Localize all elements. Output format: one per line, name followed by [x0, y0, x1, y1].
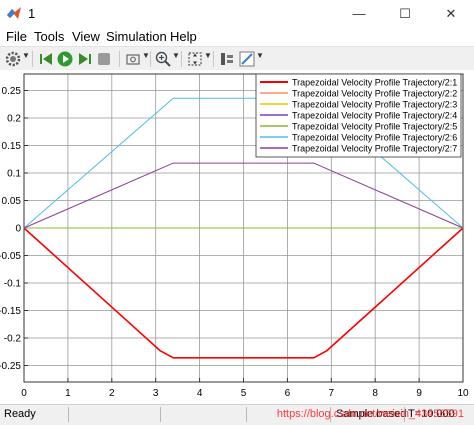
step-back-icon[interactable] [37, 50, 55, 68]
snapshot-icon[interactable] [124, 50, 142, 68]
x-tick-label: 7 [329, 388, 335, 399]
matlab-app-icon [7, 7, 21, 19]
x-tick-label: 2 [109, 388, 115, 399]
legend-label: Trapezoidal Velocity Profile Trajectory/… [292, 89, 457, 99]
x-tick-label: 6 [285, 388, 291, 399]
y-tick-label: 0.25 [2, 86, 22, 97]
x-tick-label: 3 [153, 388, 159, 399]
y-tick-label: 0.15 [2, 141, 22, 152]
style-dropdown-icon[interactable]: ▼ [256, 51, 264, 60]
menu-tools[interactable]: Tools [34, 29, 64, 44]
toolbar-separator [32, 51, 33, 67]
snapshot-dropdown-icon[interactable]: ▼ [142, 51, 150, 60]
x-tick-label: 8 [372, 388, 378, 399]
style-icon[interactable] [238, 50, 256, 68]
fit-dropdown-icon[interactable]: ▼ [204, 51, 212, 60]
status-ready: Ready [4, 408, 36, 420]
maximize-button[interactable]: ☐ [382, 0, 428, 28]
y-tick-label: -0.15 [0, 306, 21, 317]
toolbar: ▼ ▼ ▼ ▼ ▼ [0, 46, 474, 72]
plot-area: 0 1 2 3 4 5 6 7 8 9 10 -0.25 -0.2 -0.15 -0.1 -0.05 0 0.05… [0, 70, 474, 404]
title-bar: 1 — ☐ ✕ [0, 0, 474, 28]
legend-label: Trapezoidal Velocity Profile Trajectory/… [292, 100, 457, 110]
y-tick-label: 0.1 [7, 169, 21, 180]
y-tick-label: -0.05 [0, 251, 21, 262]
y-tick-label: 0.2 [7, 114, 21, 125]
status-bar: Ready Sample based T=10.000 https://blog… [0, 404, 474, 425]
y-tick-label: -0.2 [4, 334, 22, 345]
window-title: 1 [28, 6, 36, 21]
y-tick-label: 0 [15, 224, 21, 235]
legend-label: Trapezoidal Velocity Profile Trajectory/… [292, 133, 457, 143]
zoom-dropdown-icon[interactable]: ▼ [172, 51, 180, 60]
toolbar-separator [213, 51, 214, 67]
close-button[interactable]: ✕ [428, 0, 474, 28]
menu-file[interactable]: File [6, 29, 27, 44]
y-tick-label: 0.05 [2, 196, 22, 207]
y-tick-label: -0.25 [0, 361, 21, 372]
status-divider [246, 407, 247, 422]
fit-view-icon[interactable] [186, 50, 204, 68]
stop-icon[interactable] [95, 50, 113, 68]
menu-simulation[interactable]: Simulation [106, 29, 167, 44]
cursor-measure-icon[interactable] [218, 50, 236, 68]
status-divider [160, 407, 161, 422]
legend-label: Trapezoidal Velocity Profile Trajectory/… [292, 144, 457, 154]
legend-label: Trapezoidal Velocity Profile Trajectory/… [292, 111, 457, 121]
watermark-text: https://blog.csdn.net/weixin_43456591 [276, 408, 464, 420]
x-tick-label: 10 [457, 388, 469, 399]
run-icon[interactable] [56, 50, 74, 68]
x-tick-label: 1 [65, 388, 71, 399]
maximize-icon: ☐ [399, 6, 411, 21]
x-tick-label: 5 [241, 388, 247, 399]
menu-help[interactable]: Help [170, 29, 197, 44]
gear-icon[interactable] [4, 50, 22, 68]
status-divider [68, 407, 69, 422]
x-tick-label: 4 [197, 388, 203, 399]
zoom-in-icon[interactable] [154, 50, 172, 68]
minimize-button[interactable]: — [336, 0, 382, 28]
toolbar-separator [119, 51, 120, 67]
x-tick-label: 0 [21, 388, 27, 399]
step-forward-icon[interactable] [76, 50, 94, 68]
close-icon: ✕ [445, 6, 457, 21]
legend-label: Trapezoidal Velocity Profile Trajectory/… [292, 78, 457, 88]
menu-bar: File Tools View Simulation Help [0, 28, 474, 46]
legend-label: Trapezoidal Velocity Profile Trajectory/… [292, 122, 457, 132]
x-tick-label: 9 [416, 388, 422, 399]
gear-dropdown-icon[interactable]: ▼ [22, 51, 30, 60]
line-chart[interactable]: 0 1 2 3 4 5 6 7 8 9 10 -0.25 -0.2 -0.15 -0.1 -0.05 0 0.05… [0, 70, 474, 404]
toolbar-separator [150, 51, 151, 67]
menu-view[interactable]: View [72, 29, 100, 44]
y-tick-label: -0.1 [4, 279, 22, 290]
minimize-icon: — [352, 6, 366, 21]
toolbar-separator [181, 51, 182, 67]
